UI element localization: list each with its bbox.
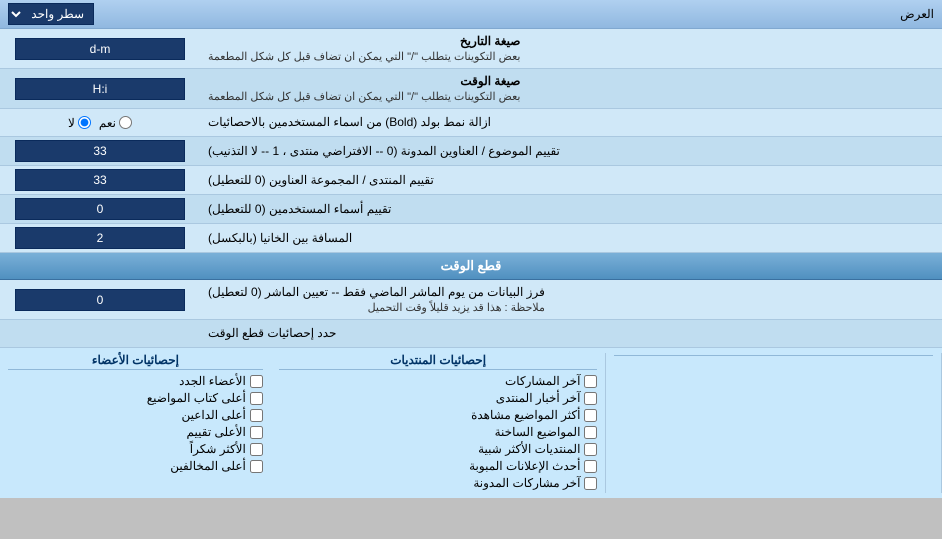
radio-yes-label[interactable]: نعم (99, 116, 132, 130)
stats-limit-cell (0, 320, 200, 347)
check-item-blog-posts: آخر مشاركات المدونة (279, 476, 598, 490)
forum-order-label: تقييم المنتدى / المجموعة العناوين (0 للت… (200, 166, 942, 194)
users-order-input-cell (0, 195, 200, 223)
check-item-top-topic-writers: أعلى كتاب المواضيع (8, 391, 263, 405)
checkbox-top-topic-writers[interactable] (250, 392, 263, 405)
time-cut-header: قطع الوقت (0, 253, 942, 280)
forum-order-input-cell (0, 166, 200, 194)
users-order-input[interactable] (15, 198, 185, 220)
checkbox-most-viewed[interactable] (584, 409, 597, 422)
checkbox-blog-posts[interactable] (584, 477, 597, 490)
date-format-input[interactable] (15, 38, 185, 60)
date-format-label: صيغة التاريخ بعض التكوينات يتطلب "/" الت… (200, 29, 942, 68)
remove-bold-label: ازالة نمط بولد (Bold) من اسماء المستخدمي… (200, 109, 942, 136)
check-item-similar-forums: المنتديات الأكثر شبية (279, 442, 598, 456)
time-cut-input[interactable] (15, 289, 185, 311)
topics-order-input-cell (0, 137, 200, 165)
time-format-input-cell (0, 69, 200, 108)
users-order-label: تقييم أسماء المستخدمين (0 للتعطيل) (200, 195, 942, 223)
checkboxes-col2: إحصائيات المنتديات آخر المشاركات آخر أخب… (271, 353, 607, 493)
checkbox-new-members[interactable] (250, 375, 263, 388)
checkboxes-col3 (606, 353, 942, 493)
forum-order-input[interactable] (15, 169, 185, 191)
checkbox-most-thanks[interactable] (250, 443, 263, 456)
radio-yes[interactable] (119, 116, 132, 129)
time-cut-input-cell (0, 280, 200, 319)
check-item-most-viewed: أكثر المواضيع مشاهدة (279, 408, 598, 422)
radio-no-label[interactable]: لا (68, 116, 91, 130)
checkboxes-col1: إحصائيات الأعضاء الأعضاء الجدد أعلى كتاب… (0, 353, 271, 493)
distance-label: المسافة بين الخانيا (بالبكسل) (200, 224, 942, 252)
distance-input-cell (0, 224, 200, 252)
check-item-classifieds: أحدث الإعلانات المبوبة (279, 459, 598, 473)
checkbox-similar-forums[interactable] (584, 443, 597, 456)
time-format-label: صيغة الوقت بعض التكوينات يتطلب "/" التي … (200, 69, 942, 108)
check-item-hot-topics: المواضيع الساخنة (279, 425, 598, 439)
checkboxes-section: إحصائيات المنتديات آخر المشاركات آخر أخب… (0, 348, 942, 498)
checkbox-forum-news[interactable] (584, 392, 597, 405)
top-label: العرض (900, 7, 934, 21)
check-item-top-inviters: أعلى الداعين (8, 408, 263, 422)
time-cut-label: فرز البيانات من يوم الماشر الماضي فقط --… (200, 280, 942, 319)
checkbox-hot-topics[interactable] (584, 426, 597, 439)
checkbox-top-violators[interactable] (250, 460, 263, 473)
distance-input[interactable] (15, 227, 185, 249)
radio-no[interactable] (78, 116, 91, 129)
checkbox-classifieds[interactable] (584, 460, 597, 473)
display-select[interactable]: سطر واحدسطرانثلاثة أسطر (8, 3, 94, 25)
check-item-shares: آخر المشاركات (279, 374, 598, 388)
col1-header: إحصائيات الأعضاء (8, 353, 263, 370)
check-item-new-members: الأعضاء الجدد (8, 374, 263, 388)
checkbox-shares[interactable] (584, 375, 597, 388)
checkbox-top-rated[interactable] (250, 426, 263, 439)
stats-limit-label: حدد إحصائيات قطع الوقت (200, 320, 942, 347)
remove-bold-radio-cell: نعم لا (0, 109, 200, 136)
topics-order-input[interactable] (15, 140, 185, 162)
check-item-forum-news: آخر أخبار المنتدى (279, 391, 598, 405)
checkbox-top-inviters[interactable] (250, 409, 263, 422)
topics-order-label: تقييم الموضوع / العناوين المدونة (0 -- ا… (200, 137, 942, 165)
check-item-top-violators: أعلى المخالفين (8, 459, 263, 473)
col3-header (614, 353, 933, 356)
time-format-input[interactable] (15, 78, 185, 100)
check-item-most-thanks: الأكثر شكراً (8, 442, 263, 456)
check-item-top-rated: الأعلى تقييم (8, 425, 263, 439)
date-format-input-cell (0, 29, 200, 68)
col2-header: إحصائيات المنتديات (279, 353, 598, 370)
